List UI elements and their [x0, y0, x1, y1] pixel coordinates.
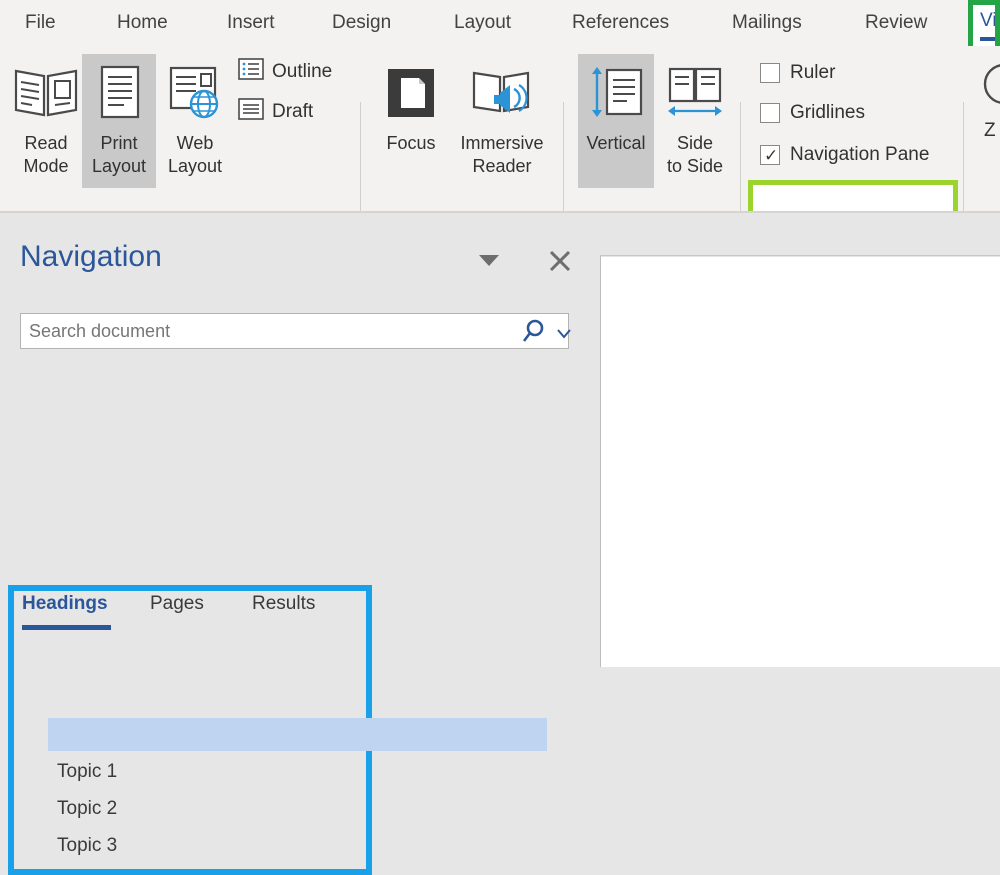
ruler-checkbox-box[interactable] — [760, 63, 780, 83]
print-layout-label-line1: Print — [100, 133, 138, 153]
zoom-label: Z — [984, 120, 996, 141]
side-to-side-button[interactable]: Side to Side — [656, 54, 734, 188]
chevron-down-icon[interactable] — [478, 253, 500, 272]
tab-file[interactable]: File — [23, 0, 58, 46]
heading-item-selected[interactable] — [48, 718, 547, 751]
side-to-side-label-line2: to Side — [666, 156, 724, 176]
read-mode-button[interactable]: Read Mode — [8, 54, 84, 188]
navigation-pane-title: Navigation — [20, 240, 162, 273]
tab-mailings[interactable]: Mailings — [730, 0, 804, 46]
side-to-side-label-line1: Side — [676, 133, 714, 153]
tab-layout[interactable]: Layout — [452, 0, 513, 46]
ribbon-body: Read Mode Print Layout Web Layout Outlin… — [0, 46, 1000, 254]
ruler-checkbox[interactable]: Ruler — [760, 62, 835, 84]
tab-references[interactable]: References — [570, 0, 671, 46]
vertical-button[interactable]: Vertical — [578, 54, 654, 188]
web-layout-icon — [156, 54, 234, 132]
print-layout-label-line2: Layout — [91, 156, 147, 176]
immersive-reader-icon — [447, 54, 557, 132]
vertical-label-line1: Vertical — [586, 133, 646, 153]
workspace: Navigation Search document Headings Page… — [0, 213, 1000, 875]
print-layout-icon — [82, 54, 156, 132]
ribbon: File Home Insert Design Layout Reference… — [0, 0, 1000, 254]
heading-item-topic-3[interactable]: Topic 3 — [57, 835, 117, 857]
nav-tab-headings[interactable]: Headings — [22, 593, 108, 615]
search-document-input[interactable]: Search document — [20, 313, 571, 350]
tab-home[interactable]: Home — [115, 0, 170, 46]
focus-icon — [375, 54, 447, 132]
checkmark-icon: ✓ — [764, 146, 779, 165]
immersive-reader-label-line1: Immersive — [460, 133, 544, 153]
tab-review[interactable]: Review — [863, 0, 929, 46]
draft-icon — [238, 98, 264, 125]
view-tab-highlight-box: View — [968, 0, 1000, 52]
outline-button[interactable]: Outline — [238, 58, 332, 85]
nav-tab-results[interactable]: Results — [252, 593, 315, 615]
navigation-pane: Navigation Search document Headings Page… — [0, 213, 600, 875]
gridlines-checkbox[interactable]: Gridlines — [760, 102, 865, 124]
gridlines-label: Gridlines — [790, 102, 865, 123]
document-top-strip — [600, 213, 1000, 256]
document-page[interactable] — [601, 257, 1000, 667]
nav-tab-active-underline — [22, 625, 111, 630]
document-area — [600, 213, 1000, 667]
tab-view[interactable]: View — [980, 10, 995, 32]
immersive-reader-label-line2: Reader — [472, 156, 532, 176]
web-layout-label-line2: Layout — [167, 156, 223, 176]
web-layout-label-line1: Web — [176, 133, 214, 153]
focus-button[interactable]: Focus — [375, 54, 447, 188]
navigation-pane-label: Navigation Pane — [790, 144, 930, 165]
read-mode-icon — [8, 54, 84, 132]
nav-tab-pages[interactable]: Pages — [150, 593, 204, 615]
print-layout-button[interactable]: Print Layout — [82, 54, 156, 188]
zoom-magnifier-icon[interactable] — [982, 62, 1000, 115]
side-to-side-icon — [656, 54, 734, 132]
tab-view-active-underline — [980, 37, 995, 41]
gridlines-checkbox-box[interactable] — [760, 103, 780, 123]
heading-item-topic-2[interactable]: Topic 2 — [57, 798, 117, 820]
draft-label: Draft — [272, 100, 314, 122]
tab-insert[interactable]: Insert — [225, 0, 277, 46]
ribbon-tab-bar: File Home Insert Design Layout Reference… — [0, 0, 1000, 52]
immersive-reader-button[interactable]: Immersive Reader — [447, 54, 557, 188]
outline-icon — [238, 58, 264, 85]
focus-label-line1: Focus — [386, 133, 436, 153]
draft-button[interactable]: Draft — [238, 98, 313, 125]
navigation-pane-checkbox-box[interactable]: ✓ — [760, 145, 780, 165]
read-mode-label-line2: Mode — [23, 156, 69, 176]
search-magnifier-icon[interactable] — [521, 319, 547, 350]
navigation-pane-checkbox[interactable]: ✓ Navigation Pane — [760, 144, 929, 166]
web-layout-button[interactable]: Web Layout — [156, 54, 234, 188]
vertical-page-icon — [578, 54, 654, 132]
heading-item-topic-1[interactable]: Topic 1 — [57, 761, 117, 783]
search-options-chevron-down-icon[interactable] — [557, 326, 571, 344]
tab-design[interactable]: Design — [330, 0, 393, 46]
read-mode-label-line1: Read — [24, 133, 68, 153]
ruler-label: Ruler — [790, 62, 836, 83]
close-icon[interactable] — [548, 249, 572, 277]
outline-label: Outline — [272, 60, 333, 82]
search-input-placeholder: Search document — [29, 321, 171, 341]
